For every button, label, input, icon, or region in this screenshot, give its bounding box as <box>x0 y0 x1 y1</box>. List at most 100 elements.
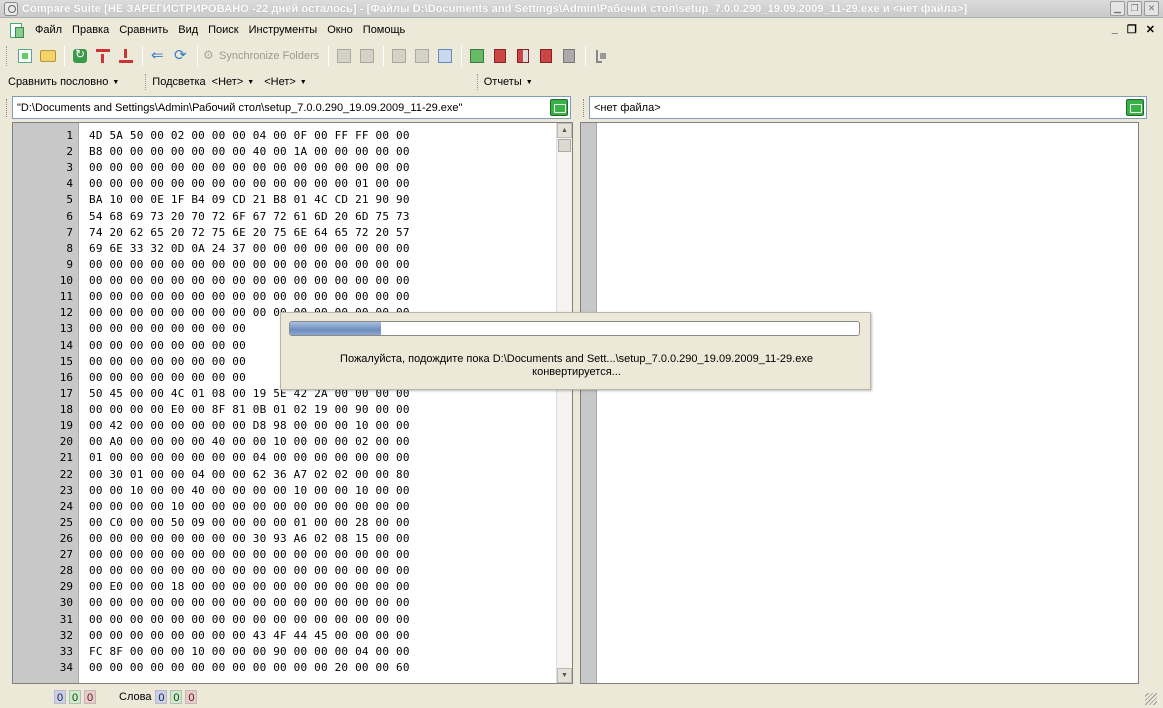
status-count-deleted: 0 <box>84 690 96 704</box>
sync-scroll-button[interactable] <box>170 45 192 67</box>
report-red-button[interactable] <box>489 45 511 67</box>
menu-file[interactable]: Файл <box>30 24 67 36</box>
menu-tools[interactable]: Инструменты <box>244 24 323 36</box>
menu-window[interactable]: Окно <box>322 24 358 36</box>
hex-row: 5 BA 10 00 0E 1F B4 09 CD 21 B8 01 4C CD … <box>13 192 558 208</box>
open-left-file-button[interactable] <box>550 99 568 116</box>
hex-row: 20 00 A0 00 00 00 00 40 00 00 10 00 00 00… <box>13 434 558 450</box>
synchronize-folders-button[interactable]: Synchronize Folders <box>202 45 323 67</box>
left-file-path-bar[interactable]: "D:\Documents and Settings\Admin\Рабочий… <box>6 96 571 119</box>
open-right-file-button[interactable] <box>1126 99 1144 116</box>
progress-message-line2: конвертируется... <box>532 366 621 378</box>
hex-bytes: 54 68 69 73 20 70 72 6F 67 72 61 6D 20 6… <box>89 209 410 223</box>
hex-line-number: 21 <box>59 451 73 465</box>
scroll-thumb[interactable] <box>558 139 571 152</box>
hex-line-number: 3 <box>66 161 73 175</box>
scroll-down-button[interactable]: ▼ <box>557 668 572 683</box>
refresh-button[interactable] <box>69 45 91 67</box>
hex-bytes: 01 00 00 00 00 00 00 00 04 00 00 00 00 0… <box>89 451 410 465</box>
hex-row: 6 54 68 69 73 20 70 72 6F 67 72 61 6D 20 … <box>13 209 558 225</box>
hex-bytes: B8 00 00 00 00 00 00 00 40 00 1A 00 00 0… <box>89 145 410 159</box>
refresh-icon <box>73 47 87 63</box>
hex-bytes: 00 00 00 00 00 00 00 00 00 00 00 00 00 0… <box>89 596 410 610</box>
document-icon[interactable] <box>8 22 24 38</box>
hex-row: 1 4D 5A 50 00 02 00 00 00 04 00 0F 00 FF … <box>13 128 558 144</box>
hex-row: 31 00 00 00 00 00 00 00 00 00 00 00 00 00… <box>13 612 558 628</box>
pane-splitter[interactable] <box>573 96 578 684</box>
mdi-minimize-button[interactable]: _ <box>1112 23 1118 36</box>
move-top-button[interactable] <box>92 45 114 67</box>
left-file-path: "D:\Documents and Settings\Admin\Рабочий… <box>17 101 463 114</box>
hex-bytes: 00 00 00 00 00 00 00 00 00 00 00 00 00 0… <box>89 177 410 191</box>
hex-bytes: 00 00 00 00 00 00 00 00 <box>89 338 246 352</box>
hex-line-number: 33 <box>59 644 73 658</box>
options-toolbar: Сравнить пословно ▼ Подсветка <Нет> ▼ <Нет… <box>0 71 1163 93</box>
view-mode-button[interactable] <box>434 45 456 67</box>
hex-bytes: 00 30 01 00 00 04 00 00 62 36 A7 02 02 0… <box>89 467 410 481</box>
compare-mode-dropdown[interactable]: Сравнить пословно ▼ <box>8 76 119 88</box>
tree-button[interactable] <box>590 45 612 67</box>
hex-bytes: 00 00 00 00 E0 00 8F 81 0B 01 02 19 00 9… <box>89 403 410 417</box>
copy-button[interactable] <box>411 45 433 67</box>
left-hex-pane[interactable]: 1 4D 5A 50 00 02 00 00 00 04 00 0F 00 FF … <box>12 122 573 684</box>
hex-row: 22 00 30 01 00 00 04 00 00 62 36 A7 02 02… <box>13 467 558 483</box>
prev-diff-button[interactable] <box>333 45 355 67</box>
hex-row: 33 FC 8F 00 00 00 10 00 00 00 90 00 00 00… <box>13 644 558 660</box>
chevron-down-icon: ▼ <box>247 79 255 86</box>
hex-row: 11 00 00 00 00 00 00 00 00 00 00 00 00 00… <box>13 289 558 305</box>
status-words-deleted: 0 <box>185 690 198 704</box>
group-button[interactable] <box>466 45 488 67</box>
swap-button[interactable] <box>147 45 169 67</box>
toolbar-grip[interactable] <box>6 46 9 66</box>
reports-dropdown[interactable]: Отчеты ▼ <box>484 76 533 88</box>
hex-bytes: 00 00 00 00 00 00 00 00 <box>89 354 246 368</box>
mdi-restore-button[interactable]: ❐ <box>1127 23 1137 36</box>
hex-line-number: 23 <box>59 483 73 497</box>
status-count-changed: 0 <box>54 690 66 704</box>
status-words-label: Слова <box>119 691 152 703</box>
cut-button[interactable] <box>388 45 410 67</box>
new-compare-button[interactable] <box>14 45 36 67</box>
hex-line-number: 29 <box>59 580 73 594</box>
reports-label: Отчеты <box>483 76 522 88</box>
hex-line-number: 30 <box>59 596 73 610</box>
open-button[interactable] <box>37 45 59 67</box>
scroll-up-button[interactable]: ▲ <box>557 123 572 138</box>
report-red2-button[interactable] <box>535 45 557 67</box>
mdi-close-button[interactable]: ✕ <box>1146 23 1155 36</box>
menu-help[interactable]: Помощь <box>358 24 411 36</box>
hex-row: 7 74 20 62 65 20 72 75 6E 20 75 6E 64 65 … <box>13 225 558 241</box>
right-file-path-bar[interactable]: <нет файла> <box>583 96 1147 119</box>
highlight-left-dropdown[interactable]: <Нет> ▼ <box>212 76 255 88</box>
sync-icon <box>174 46 188 64</box>
close-window-button[interactable]: ✕ <box>1144 1 1159 16</box>
menu-search[interactable]: Поиск <box>203 24 243 36</box>
report-mixed-button[interactable] <box>512 45 534 67</box>
menu-compare[interactable]: Сравнить <box>114 24 173 36</box>
left-vertical-scrollbar[interactable]: ▲ ▼ <box>556 123 572 683</box>
hex-row: 23 00 00 10 00 00 40 00 00 00 00 10 00 00… <box>13 483 558 499</box>
toolbar-separator <box>145 74 147 90</box>
menu-view[interactable]: Вид <box>173 24 203 36</box>
hex-row: 8 69 6E 33 32 0D 0A 24 37 00 00 00 00 00 … <box>13 241 558 257</box>
hex-row: 4 00 00 00 00 00 00 00 00 00 00 00 00 00 … <box>13 176 558 192</box>
minimize-button[interactable]: ▁ <box>1110 1 1125 16</box>
hex-bytes: 00 00 00 00 00 00 00 00 <box>89 370 246 384</box>
title-bar[interactable]: Compare Suite [НЕ ЗАРЕГИСТРИРОВАНО -22 д… <box>0 0 1163 18</box>
hex-line-number: 6 <box>66 209 73 223</box>
next-diff-button[interactable] <box>356 45 378 67</box>
menu-edit[interactable]: Правка <box>67 24 114 36</box>
right-hex-pane[interactable] <box>580 122 1139 684</box>
highlight-right-dropdown[interactable]: <Нет> ▼ <box>264 76 307 88</box>
hex-line-number: 28 <box>59 564 73 578</box>
move-bottom-button[interactable] <box>115 45 137 67</box>
compare-suite-window: Compare Suite [НЕ ЗАРЕГИСТРИРОВАНО -22 д… <box>0 0 1163 708</box>
status-count-added: 0 <box>69 690 81 704</box>
resize-grip[interactable] <box>1145 693 1157 705</box>
hex-bytes: 00 00 00 00 00 00 00 00 00 00 00 00 00 0… <box>89 161 410 175</box>
maximize-button[interactable]: ❐ <box>1127 1 1142 16</box>
toolbar-separator <box>476 74 478 90</box>
right-line-number-gutter <box>581 123 597 683</box>
hex-line-number: 27 <box>59 548 73 562</box>
file-info-button[interactable] <box>558 45 580 67</box>
